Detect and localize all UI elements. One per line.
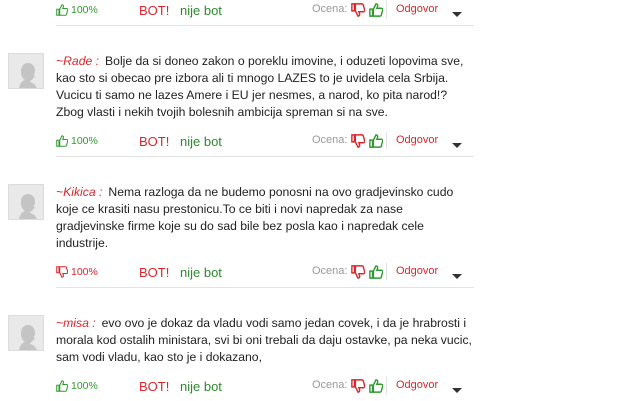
chevron-down-icon[interactable] [451,382,465,393]
comment-body: ~misa : evo ovo je dokaz da vladu vodi sa… [56,315,474,366]
divider [386,1,387,18]
avatar [8,315,44,351]
thumbs-up-vote-icon[interactable] [369,265,384,284]
bot-button[interactable]: BOT! [139,265,169,280]
thumbs-up-vote-icon[interactable] [369,3,384,22]
thumbs-down-vote-icon[interactable] [351,3,366,22]
reply-button[interactable]: Odgovor [396,134,438,146]
comment-body: ~Rade : Bolje da si doneo zakon o poreklu… [56,53,474,121]
comment-author[interactable]: ~Rade : [56,54,99,68]
rating-label: Ocena: [312,3,348,15]
approval-percent: 100% [56,380,98,392]
rating-label: Ocena: [312,265,348,277]
not-bot-button[interactable]: nije bot [180,265,222,280]
comment-actions: 100% BOT! nije bot Ocena: Odgovor [56,132,474,157]
thumbs-up-icon [56,4,68,16]
thumbs-up-icon [56,135,68,147]
thumbs-down-icon [56,266,68,278]
thumbs-up-vote-icon[interactable] [369,134,384,153]
approval-percent: 100% [56,135,98,147]
bot-button[interactable]: BOT! [139,379,169,394]
not-bot-button[interactable]: nije bot [180,379,222,394]
reply-button[interactable]: Odgovor [396,265,438,277]
comment-text: Nema razloga da ne budemo ponosni na ovo… [56,185,454,250]
not-bot-button[interactable]: nije bot [180,134,222,149]
comment-actions: 100% BOT! nije bot Ocena: Odgovor [56,263,474,288]
not-bot-button[interactable]: nije bot [180,3,222,18]
thumbs-up-vote-icon[interactable] [369,379,384,398]
reply-button[interactable]: Odgovor [396,379,438,391]
thumbs-down-vote-icon[interactable] [351,134,366,153]
chevron-down-icon[interactable] [451,6,465,17]
comment-text: evo ovo je dokaz da vladu vodi samo jeda… [56,316,472,364]
bot-button[interactable]: BOT! [139,3,169,18]
thumbs-down-vote-icon[interactable] [351,379,366,398]
comment-body: ~Kikica : Nema razloga da ne budemo ponos… [56,184,474,252]
comment-author[interactable]: ~Kikica : [56,185,102,199]
comment-actions: 100% BOT! nije bot Ocena: Odgovor [56,377,474,401]
comment-text: Bolje da si doneo zakon o poreklu imovin… [56,54,464,119]
chevron-down-icon[interactable] [451,268,465,279]
reply-button[interactable]: Odgovor [396,3,438,15]
comment-author[interactable]: ~misa : [56,316,96,330]
approval-percent: 100% [56,266,98,278]
divider [386,377,387,394]
rating-label: Ocena: [312,134,348,146]
thumbs-down-vote-icon[interactable] [351,265,366,284]
chevron-down-icon[interactable] [451,137,465,148]
avatar [8,53,44,89]
approval-percent: 100% [56,4,98,16]
bot-button[interactable]: BOT! [139,134,169,149]
rating-label: Ocena: [312,379,348,391]
comment-actions: 100% BOT! nije bot Ocena: Odgovor [56,1,474,26]
thumbs-up-icon [56,380,68,392]
divider [386,263,387,280]
avatar [8,184,44,220]
divider [386,132,387,149]
